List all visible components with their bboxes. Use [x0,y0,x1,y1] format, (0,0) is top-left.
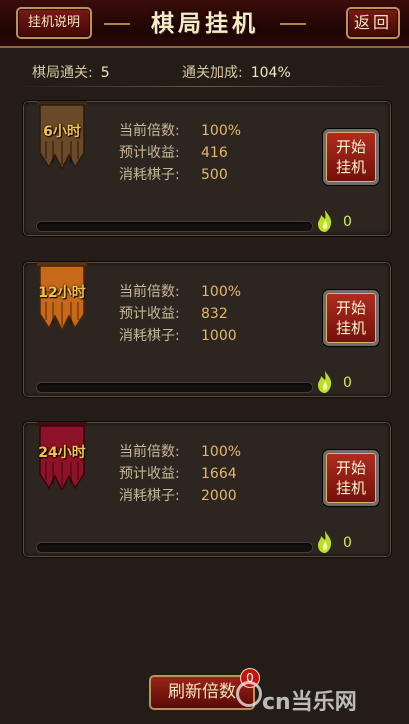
cost-value: 500 [201,167,228,183]
bonus-label: 通关加成: [182,65,243,81]
bonus-stat: 通关加成: 104% [182,62,291,82]
start-afk-button[interactable]: 开始 挂机 [323,129,379,185]
start-button-line2: 挂机 [335,319,366,337]
progress-bar [37,543,312,552]
afk-card-24h: 24小时 当前倍数: 100% 预计收益: 1664 消耗棋子: 2000 开始 挂机… [22,421,392,558]
cost-value: 2000 [201,488,237,504]
income-label: 预计收益: [119,145,180,161]
duration-label: 12小时 [38,285,86,301]
multiplier-value: 100% [201,123,242,139]
income-value: 1664 [201,466,237,482]
banner-icon: 12小时 [37,262,87,330]
duration-label: 24小时 [38,445,86,461]
multiplier-value: 100% [201,284,242,300]
top-bar: 挂机说明 棋局挂机 返回 [0,0,409,48]
start-button-line1: 开始 [335,138,366,156]
banner-icon: 6小时 [37,101,87,169]
multiplier-value: 100% [201,444,242,460]
card-info: 当前倍数: 100% 预计收益: 1664 消耗棋子: 2000 [119,441,241,507]
level-value: 5 [100,65,110,81]
cost-value: 1000 [201,328,237,344]
income-value: 416 [201,145,228,161]
multiplier-label: 当前倍数: [119,444,180,460]
flame-icon [318,210,332,232]
level-label: 棋局通关: [32,65,93,81]
start-button-line2: 挂机 [335,158,366,176]
multiplier-label: 当前倍数: [119,284,180,300]
multiplier-label: 当前倍数: [119,123,180,139]
flame-icon [318,531,332,553]
level-stat: 棋局通关: 5 [32,62,110,82]
stats-bar: 棋局通关: 5 通关加成: 104% [14,62,395,84]
watermark: cn当乐网 [262,690,357,715]
progress-count: 0 [343,214,352,230]
progress-count: 0 [343,375,352,391]
start-button-line1: 开始 [335,299,366,317]
progress-bar [37,222,312,231]
card-info: 当前倍数: 100% 预计收益: 832 消耗棋子: 1000 [119,281,241,347]
cost-label: 消耗棋子: [119,328,180,344]
watermark-logo-icon [236,681,262,707]
start-button-line2: 挂机 [335,479,366,497]
banner-icon: 24小时 [37,422,87,490]
afk-card-12h: 12小时 当前倍数: 100% 预计收益: 832 消耗棋子: 1000 开始 挂机 … [22,261,392,398]
progress-count: 0 [343,535,352,551]
duration-label: 6小时 [43,124,81,140]
cost-label: 消耗棋子: [119,167,180,183]
bonus-value: 104% [250,65,291,81]
afk-help-button[interactable]: 挂机说明 [16,7,92,39]
page-title: 棋局挂机 [104,7,306,41]
start-button-line1: 开始 [335,459,366,477]
income-label: 预计收益: [119,306,180,322]
back-button[interactable]: 返回 [346,7,400,39]
divider [12,86,397,87]
progress-bar [37,383,312,392]
afk-card-6h: 6小时 当前倍数: 100% 预计收益: 416 消耗棋子: 500 开始 挂机 0 [22,100,392,237]
flame-icon [318,371,332,393]
cost-label: 消耗棋子: [119,488,180,504]
income-label: 预计收益: [119,466,180,482]
card-info: 当前倍数: 100% 预计收益: 416 消耗棋子: 500 [119,120,241,186]
start-afk-button[interactable]: 开始 挂机 [323,450,379,506]
start-afk-button[interactable]: 开始 挂机 [323,290,379,346]
income-value: 832 [201,306,228,322]
